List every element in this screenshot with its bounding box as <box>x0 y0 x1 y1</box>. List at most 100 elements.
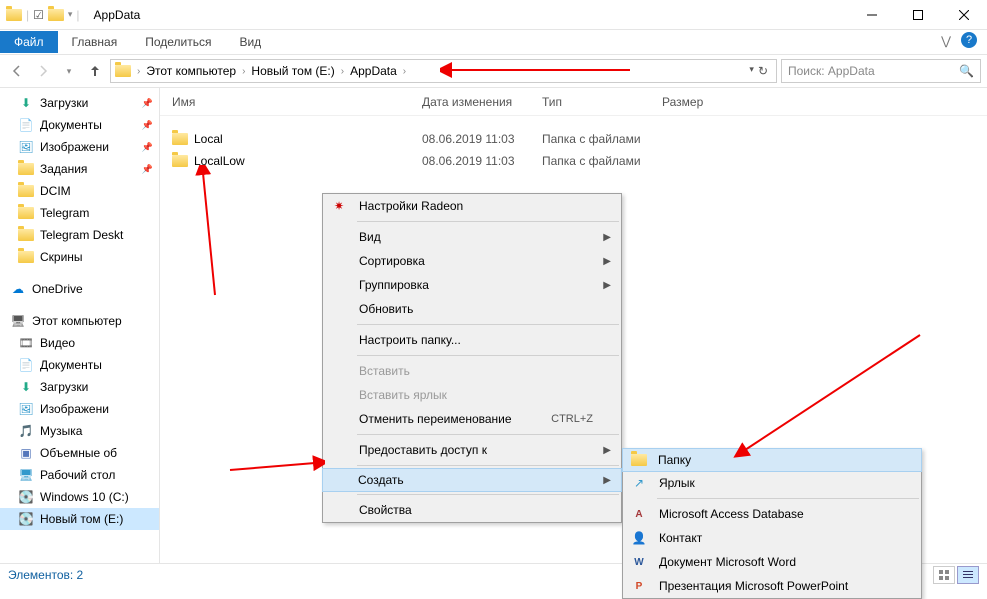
menu-label: Настройки Radeon <box>359 199 463 213</box>
back-button[interactable] <box>6 60 28 82</box>
sidebar-item-folder[interactable]: Задания📌 <box>0 158 159 180</box>
sidebar-item-label: Загрузки <box>40 380 88 394</box>
search-icon: 🔍 <box>959 64 974 78</box>
sidebar-item-label: Музыка <box>40 424 82 438</box>
chevron-right-icon[interactable]: › <box>137 66 140 77</box>
minimize-button[interactable] <box>849 0 895 30</box>
ribbon-tab[interactable]: Вид <box>225 31 275 53</box>
sidebar-item-documents[interactable]: 📄Документы📌 <box>0 114 159 136</box>
view-large-icons-button[interactable] <box>933 566 955 584</box>
ribbon-tab[interactable]: Поделиться <box>131 31 225 53</box>
sidebar-item-pictures[interactable]: 🖼Изображени📌 <box>0 136 159 158</box>
submenu-powerpoint[interactable]: PПрезентация Microsoft PowerPoint <box>623 574 921 598</box>
sidebar-item-desktop[interactable]: 🖥Рабочий стол <box>0 464 159 486</box>
menu-paste-shortcut: Вставить ярлык <box>323 383 621 407</box>
submenu-word-doc[interactable]: W Документ Microsoft Word <box>623 550 921 574</box>
sidebar-item-folder[interactable]: DCIM <box>0 180 159 202</box>
sidebar-item-label: Telegram <box>40 206 89 220</box>
sidebar-item-downloads[interactable]: ⬇ Загрузки <box>0 376 159 398</box>
view-details-button[interactable] <box>957 566 979 584</box>
refresh-icon[interactable]: ↻ <box>758 64 768 78</box>
sidebar-item-label: Изображени <box>40 140 109 154</box>
column-date[interactable]: Дата изменения <box>422 95 542 109</box>
music-icon: 🎵 <box>18 423 34 439</box>
submenu-contact[interactable]: 👤Контакт <box>623 526 921 550</box>
navigation-pane: ⬇Загрузки📌 📄Документы📌 🖼Изображени 📌 Зада… <box>0 88 160 563</box>
maximize-button[interactable] <box>895 0 941 30</box>
pin-icon: 📌 <box>142 142 153 153</box>
ribbon-collapse-icon[interactable]: ⋁ <box>941 34 951 48</box>
column-name[interactable]: Имя <box>172 95 422 109</box>
breadcrumb-segment[interactable]: Новый том (E:) <box>247 64 338 78</box>
file-row[interactable]: LocalLow 08.06.2019 11:03 Папка с файлам… <box>160 150 987 172</box>
folder-icon <box>18 205 34 221</box>
menu-paste: Вставить <box>323 359 621 383</box>
sidebar-item-documents[interactable]: 📄Документы <box>0 354 159 376</box>
word-icon: W <box>631 554 647 570</box>
sidebar-item-3dobjects[interactable]: ▣Объемные об <box>0 442 159 464</box>
radeon-icon: ✷ <box>331 198 347 214</box>
chevron-right-icon[interactable]: › <box>242 66 245 77</box>
address-bar[interactable]: › Этот компьютер › Новый том (E:) › AppD… <box>110 59 777 83</box>
downloads-icon: ⬇ <box>18 379 34 395</box>
menu-label: Документ Microsoft Word <box>659 555 796 569</box>
breadcrumb-segment[interactable]: AppData <box>346 64 401 78</box>
ribbon-tab[interactable]: Главная <box>58 31 132 53</box>
qat-checkbox-icon[interactable]: ☑ <box>33 8 44 22</box>
sidebar-item-drive[interactable]: 💽Новый том (E:) <box>0 508 159 530</box>
menu-share-access[interactable]: Предоставить доступ к▶ <box>323 438 621 462</box>
menu-refresh[interactable]: Обновить <box>323 297 621 321</box>
shortcut-icon: ↗ <box>631 475 647 491</box>
sidebar-item-label: Скрины <box>40 250 83 264</box>
close-button[interactable] <box>941 0 987 30</box>
help-icon[interactable]: ? <box>961 32 977 48</box>
menu-label: Microsoft Access Database <box>659 507 804 521</box>
menu-radeon[interactable]: ✷ Настройки Radeon <box>323 194 621 218</box>
sidebar-item-drive[interactable]: 💽Windows 10 (C:) <box>0 486 159 508</box>
drive-icon: 💽 <box>18 511 34 527</box>
menu-customize-folder[interactable]: Настроить папку... <box>323 328 621 352</box>
qat-dropdown-icon[interactable]: ▾ <box>68 9 73 20</box>
sidebar-item-videos[interactable]: 🎞Видео <box>0 332 159 354</box>
sidebar-item-onedrive[interactable]: ☁OneDrive <box>0 278 159 300</box>
menu-separator <box>357 465 619 466</box>
file-tab[interactable]: Файл <box>0 31 58 53</box>
window-controls <box>849 0 987 30</box>
sidebar-item-music[interactable]: 🎵 Музыка <box>0 420 159 442</box>
submenu-arrow-icon: ▶ <box>603 256 611 267</box>
folder-icon <box>6 9 22 21</box>
search-box[interactable]: Поиск: AppData 🔍 <box>781 59 981 83</box>
breadcrumb-segment[interactable]: Этот компьютер <box>142 64 240 78</box>
address-dropdown-icon[interactable]: ▾ <box>749 64 754 78</box>
menu-create[interactable]: Создать▶ <box>322 468 622 492</box>
menu-properties[interactable]: Свойства <box>323 498 621 522</box>
folder-icon[interactable] <box>48 9 64 21</box>
sidebar-item-folder[interactable]: Telegram <box>0 202 159 224</box>
sidebar-item-thispc[interactable]: 🖥Этот компьютер <box>0 310 159 332</box>
menu-view[interactable]: Вид▶ <box>323 225 621 249</box>
sidebar-item-pictures[interactable]: 🖼Изображени <box>0 398 159 420</box>
file-row[interactable]: Local 08.06.2019 11:03 Папка с файлами <box>160 128 987 150</box>
column-type[interactable]: Тип <box>542 95 662 109</box>
menu-sort[interactable]: Сортировка▶ <box>323 249 621 273</box>
submenu-folder[interactable]: Папку <box>622 448 922 472</box>
menu-undo[interactable]: Отменить переименованиеCTRL+Z <box>323 407 621 431</box>
menu-group[interactable]: Группировка▶ <box>323 273 621 297</box>
submenu-access-db[interactable]: AMicrosoft Access Database <box>623 502 921 526</box>
up-button[interactable] <box>84 60 106 82</box>
recent-dropdown[interactable]: ▾ <box>58 60 80 82</box>
sidebar-item-downloads[interactable]: ⬇Загрузки📌 <box>0 92 159 114</box>
sidebar-item-folder[interactable]: Telegram Deskt <box>0 224 159 246</box>
chevron-right-icon[interactable]: › <box>341 66 344 77</box>
column-size[interactable]: Размер <box>662 95 742 109</box>
file-date: 08.06.2019 11:03 <box>422 132 542 146</box>
menu-label: Обновить <box>359 302 413 316</box>
context-menu: ✷ Настройки Radeon Вид▶ Сортировка▶ Групп… <box>322 193 622 523</box>
menu-separator <box>657 498 919 499</box>
sidebar-item-folder[interactable]: Скрины <box>0 246 159 268</box>
forward-button[interactable] <box>32 60 54 82</box>
sidebar-item-label: Изображени <box>40 402 109 416</box>
sidebar-item-label: OneDrive <box>32 282 83 296</box>
submenu-shortcut[interactable]: ↗Ярлык <box>623 471 921 495</box>
chevron-right-icon[interactable]: › <box>403 66 406 77</box>
